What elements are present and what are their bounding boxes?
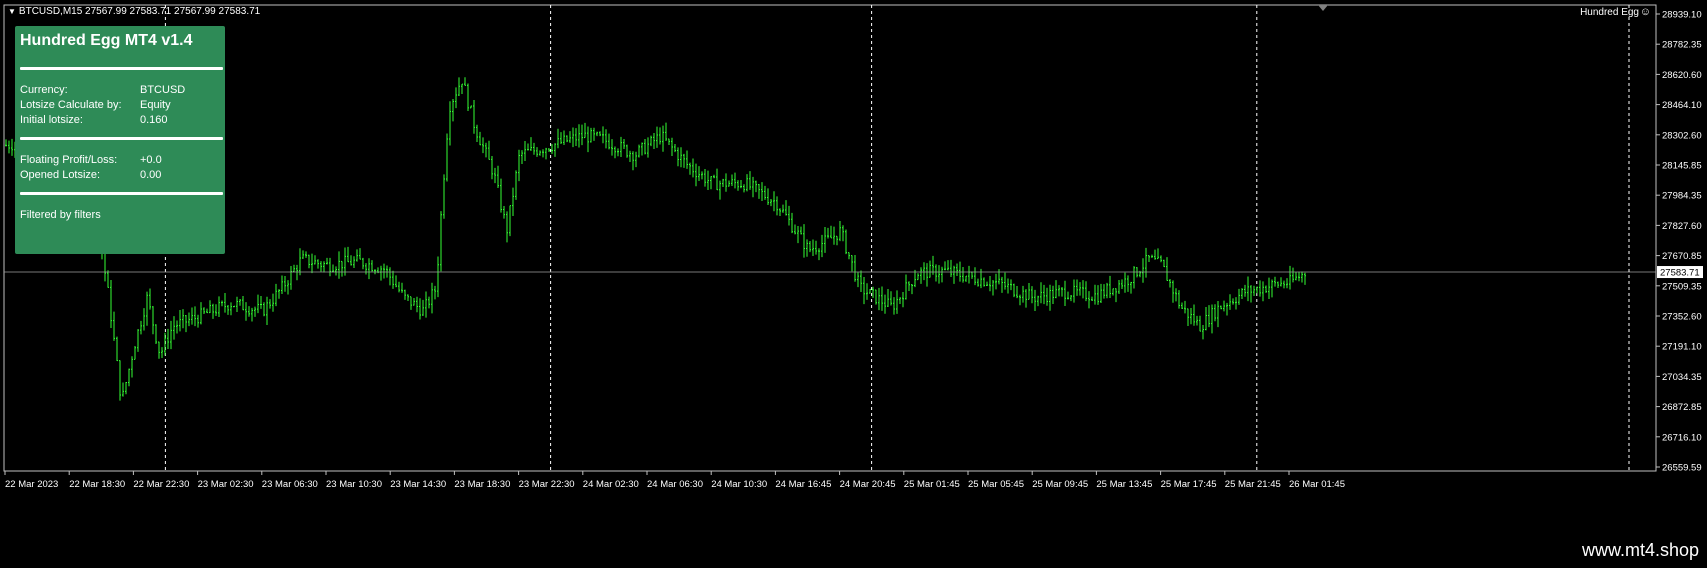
price-tag-label: 27583.71 [1660, 268, 1700, 279]
time-tick-label: 23 Mar 14:30 [390, 479, 446, 490]
time-tick-label: 24 Mar 06:30 [647, 479, 703, 490]
opened-lotsize-row: Opened Lotsize: 0.00 [20, 169, 161, 181]
time-tick-label: 23 Mar 22:30 [519, 479, 575, 490]
time-tick-label: 24 Mar 10:30 [711, 479, 767, 490]
time-tick-label: 22 Mar 2023 [5, 479, 58, 490]
panel-divider [20, 137, 223, 140]
price-tick-label: 28302.60 [1662, 130, 1702, 141]
time-tick-label: 25 Mar 05:45 [968, 479, 1024, 490]
panel-title: Hundred Egg MT4 v1.4 [20, 32, 193, 49]
price-tick-label: 28464.10 [1662, 100, 1702, 111]
time-tick-label: 25 Mar 17:45 [1161, 479, 1217, 490]
price-tick-label: 26872.85 [1662, 402, 1702, 413]
time-tick-label: 24 Mar 16:45 [775, 479, 831, 490]
currency-value: BTCUSD [140, 84, 186, 96]
price-chart[interactable]: 28939.10 28782.35 28620.60 28464.10 28302.60… [0, 0, 1707, 568]
price-tick-label: 28145.85 [1662, 161, 1702, 172]
time-tick-label: 26 Mar 01:45 [1289, 479, 1345, 490]
lotsize-calc-label: Lotsize Calculate by: [20, 99, 122, 111]
price-tick-label: 27984.35 [1662, 191, 1702, 202]
time-tick-label: 25 Mar 21:45 [1225, 479, 1281, 490]
initial-lotsize-row: Initial lotsize: 0.160 [20, 114, 168, 126]
time-tick-label: 22 Mar 18:30 [69, 479, 125, 490]
price-tick-label: 27034.35 [1662, 372, 1702, 383]
time-tick-label: 23 Mar 10:30 [326, 479, 382, 490]
lotsize-calc-row: Lotsize Calculate by: Equity [20, 99, 171, 111]
price-tick-label: 27509.35 [1662, 281, 1702, 292]
currency-row: Currency: BTCUSD [20, 84, 185, 96]
time-tick-label: 25 Mar 09:45 [1032, 479, 1088, 490]
price-tick-label: 28939.10 [1662, 10, 1702, 21]
watermark: www.mt4.shop [1581, 540, 1699, 560]
dropdown-icon[interactable]: ▼ [8, 7, 16, 16]
initial-lotsize-label: Initial lotsize: [20, 114, 83, 126]
ea-info-panel: Hundred Egg MT4 v1.4 Currency: BTCUSD Lot… [15, 26, 225, 254]
floating-value: +0.0 [140, 154, 162, 166]
floating-row: Floating Profit/Loss: +0.0 [20, 154, 162, 166]
current-price-tag: 27583.71 [1657, 266, 1703, 279]
price-tick-label: 26716.10 [1662, 432, 1702, 443]
time-axis: 22 Mar 2023 22 Mar 18:30 22 Mar 22:30 23 Ma… [4, 471, 1345, 490]
initial-lotsize-value: 0.160 [140, 114, 168, 126]
time-tick-label: 24 Mar 02:30 [583, 479, 639, 490]
time-tick-label: 22 Mar 22:30 [133, 479, 189, 490]
floating-label: Floating Profit/Loss: [20, 154, 118, 166]
price-tick-label: 26559.59 [1662, 463, 1702, 474]
time-tick-label: 24 Mar 20:45 [840, 479, 896, 490]
symbol-info[interactable]: ▼ BTCUSD,M15 27567.99 27583.71 27567.99 2… [8, 6, 260, 17]
price-tick-label: 28620.60 [1662, 70, 1702, 81]
price-tick-label: 27352.60 [1662, 312, 1702, 323]
price-tick-label: 28782.35 [1662, 40, 1702, 51]
filter-status: Filtered by filters [20, 209, 101, 221]
panel-divider [20, 192, 223, 195]
symbol-info-text: BTCUSD,M15 27567.99 27583.71 27567.99 27… [18, 6, 261, 17]
opened-value: 0.00 [140, 169, 162, 181]
time-tick-label: 23 Mar 06:30 [262, 479, 318, 490]
currency-label: Currency: [20, 84, 68, 96]
time-tick-label: 23 Mar 18:30 [454, 479, 510, 490]
price-axis: 28939.10 28782.35 28620.60 28464.10 28302.60… [1656, 10, 1702, 474]
panel-divider [20, 67, 223, 70]
price-tick-label: 27827.60 [1662, 221, 1702, 232]
time-tick-label: 23 Mar 02:30 [198, 479, 254, 490]
time-tick-label: 25 Mar 13:45 [1096, 479, 1152, 490]
indicator-name[interactable]: Hundred Egg [1580, 7, 1639, 18]
opened-label: Opened Lotsize: [20, 169, 101, 181]
smiley-icon: ☺ [1639, 6, 1651, 18]
price-tick-label: 27670.85 [1662, 251, 1702, 262]
price-tick-label: 27191.10 [1662, 342, 1702, 353]
chart-area [3, 4, 1657, 472]
bottom-bar [0, 535, 1707, 568]
lotsize-calc-value: Equity [140, 99, 171, 111]
time-tick-label: 25 Mar 01:45 [904, 479, 960, 490]
